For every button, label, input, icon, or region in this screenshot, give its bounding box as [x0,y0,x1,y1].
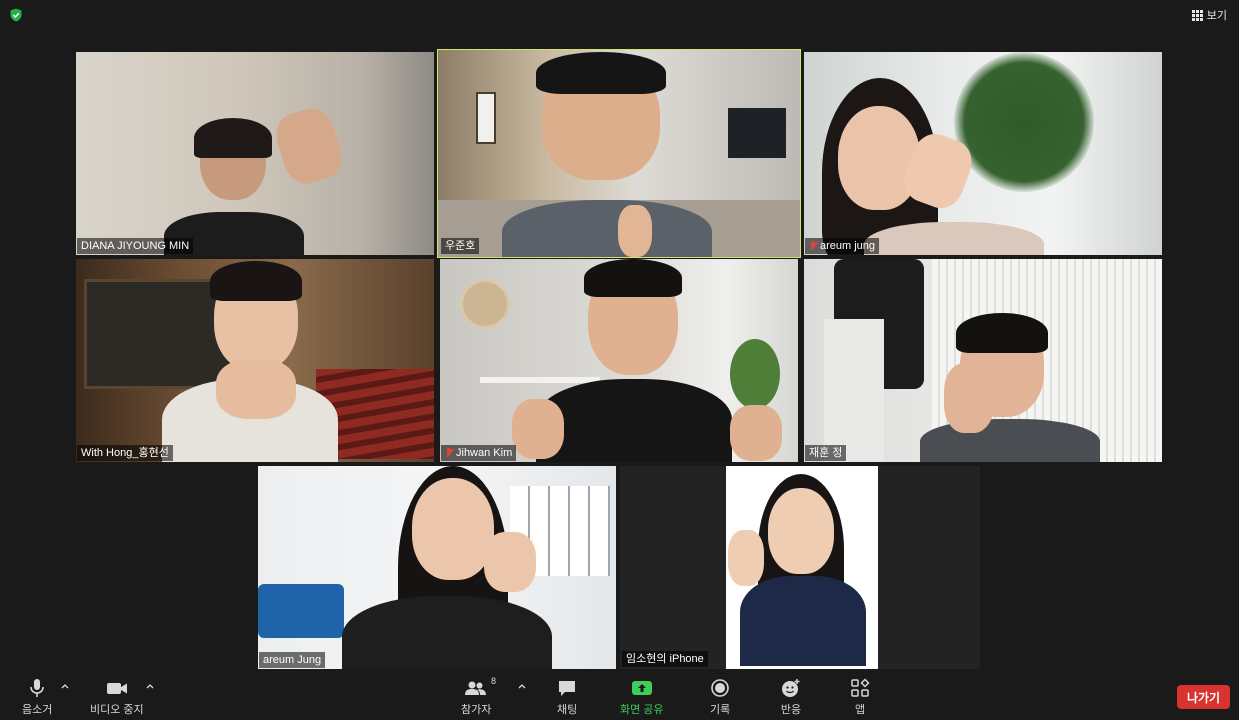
share-screen-icon [631,681,652,695]
participants-count: 8 [491,676,497,686]
mute-button[interactable]: 음소거 [22,678,52,717]
participants-options-caret-icon[interactable] [517,681,527,691]
audio-options-caret-icon[interactable] [60,681,70,691]
apps-label: 앱 [854,704,866,716]
video-camera-icon [106,683,127,694]
video-tile[interactable]: areum Jung [258,466,616,669]
muted-mic-icon [809,241,817,251]
video-options-caret-icon[interactable] [145,681,155,691]
view-label: 보기 [1206,10,1227,22]
participants-icon [465,681,487,695]
reactions-label: 반응 [780,704,802,716]
participant-name: Jihwan Kim [456,447,513,459]
apps-icon [851,678,870,697]
participant-name: areum jung [820,240,876,252]
microphone-icon [30,679,44,697]
participant-name: areum Jung [263,654,322,666]
stop-video-label: 비디오 중지 [90,704,144,716]
participant-nameplate: 재훈 정 [805,445,847,461]
video-tile[interactable]: With Hong_홍현선 [76,259,434,462]
mute-label: 음소거 [22,704,53,716]
stop-video-button[interactable]: 비디오 중지 [90,678,144,717]
record-label: 기록 [710,704,731,716]
video-tile[interactable]: areum jung [804,52,1162,255]
video-tile[interactable]: 임소현의 iPhone [620,466,980,669]
leave-meeting-button[interactable]: 나가기 [1177,685,1230,709]
view-button[interactable]: 보기 [1191,7,1227,23]
chat-label: 채팅 [557,704,578,716]
video-tile[interactable]: DIANA JIYOUNG MIN [76,52,434,255]
share-screen-label: 화면 공유 [620,704,664,716]
record-icon [711,679,729,697]
participant-nameplate: Jihwan Kim [441,445,517,461]
participant-name: 우준호 [445,240,476,252]
participant-name: DIANA JIYOUNG MIN [81,240,190,252]
meeting-toolbar: 음소거 비디오 중지 8 참가자 채팅 화면 공유 기록 반응 앱 나가기 [0,672,1239,720]
video-tile-active-speaker[interactable]: 우준호 [437,49,801,258]
participant-nameplate: With Hong_홍현선 [77,445,173,461]
chat-button[interactable]: 채팅 [557,678,577,717]
participant-nameplate: DIANA JIYOUNG MIN [77,238,194,254]
participant-name: With Hong_홍현선 [81,447,169,459]
participant-nameplate: areum Jung [259,652,326,668]
participant-nameplate: 우준호 [441,238,480,254]
video-tile[interactable]: 재훈 정 [804,259,1162,462]
participant-nameplate: 임소현의 iPhone [622,651,708,667]
participant-name: 임소현의 iPhone [626,653,704,665]
participants-button[interactable]: 8 참가자 [461,676,496,717]
share-screen-button[interactable]: 화면 공유 [620,678,664,717]
security-shield-icon[interactable] [9,8,23,22]
muted-mic-icon [445,448,453,458]
chat-bubble-icon [559,681,576,696]
video-tile[interactable]: Jihwan Kim [440,259,798,462]
reactions-button[interactable]: 반응 [780,678,802,717]
apps-button[interactable]: 앱 [850,678,870,717]
participant-nameplate: areum jung [805,238,880,254]
gallery-grid-icon [1191,9,1203,21]
participants-label: 참가자 [461,704,492,716]
reaction-emoji-icon [782,679,800,697]
participant-name: 재훈 정 [809,447,843,459]
record-button[interactable]: 기록 [710,678,730,717]
